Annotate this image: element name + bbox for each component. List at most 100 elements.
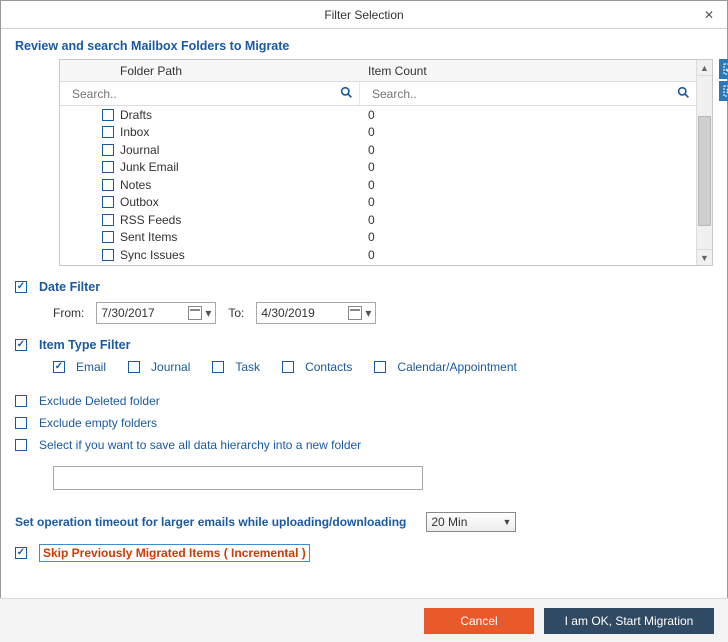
row-checkbox[interactable] bbox=[102, 161, 114, 173]
scroll-down-icon[interactable]: ▼ bbox=[697, 249, 712, 265]
to-date-value: 4/30/2019 bbox=[261, 306, 314, 320]
item-type-label: Email bbox=[76, 360, 106, 374]
new-folder-input[interactable] bbox=[53, 466, 423, 490]
item-type-filter-label: Item Type Filter bbox=[39, 338, 130, 352]
window-title: Filter Selection bbox=[324, 8, 403, 22]
folder-table: Folder Path Item Count bbox=[59, 59, 713, 266]
search-item-count-input[interactable] bbox=[366, 85, 696, 103]
close-icon[interactable]: ✕ bbox=[699, 5, 719, 25]
item-count: 0 bbox=[360, 230, 696, 244]
table-row[interactable]: Journal0 bbox=[60, 141, 696, 159]
table-row[interactable]: RSS Feeds 0 bbox=[60, 211, 696, 229]
timeout-label: Set operation timeout for larger emails … bbox=[15, 515, 406, 529]
calendar-icon bbox=[348, 306, 362, 320]
table-search-row bbox=[60, 82, 696, 106]
table-row[interactable]: Sync Issues 0 bbox=[60, 246, 696, 264]
deselect-all-button[interactable] bbox=[719, 81, 728, 101]
row-checkbox[interactable] bbox=[102, 109, 114, 121]
page-heading: Review and search Mailbox Folders to Mig… bbox=[15, 39, 713, 53]
timeout-select[interactable]: 20 Min ▼ bbox=[426, 512, 516, 532]
from-label: From: bbox=[53, 306, 84, 320]
folder-name: Sent Items bbox=[120, 230, 177, 244]
item-type-checkbox[interactable] bbox=[128, 361, 140, 373]
item-count: 0 bbox=[360, 195, 696, 209]
select-all-button[interactable] bbox=[719, 59, 728, 79]
row-checkbox[interactable] bbox=[102, 126, 114, 138]
exclude-deleted-checkbox[interactable] bbox=[15, 395, 27, 407]
table-row[interactable]: Sent Items 0 bbox=[60, 229, 696, 247]
search-folder-path-input[interactable] bbox=[66, 85, 359, 103]
item-type-checkbox[interactable] bbox=[374, 361, 386, 373]
table-header-row: Folder Path Item Count bbox=[60, 60, 696, 82]
titlebar: Filter Selection ✕ bbox=[1, 1, 727, 29]
folder-name: Outbox bbox=[120, 195, 159, 209]
table-row[interactable]: Junk Email 0 bbox=[60, 159, 696, 177]
item-count: 0 bbox=[360, 143, 696, 157]
item-type-label: Journal bbox=[151, 360, 190, 374]
chevron-down-icon: ▾ bbox=[205, 306, 211, 320]
scroll-up-icon[interactable]: ▲ bbox=[697, 60, 712, 76]
folder-name: Drafts bbox=[120, 108, 152, 122]
skip-migrated-toggle[interactable]: Skip Previously Migrated Items ( Increme… bbox=[15, 544, 713, 562]
exclude-empty-checkbox[interactable] bbox=[15, 417, 27, 429]
table-row[interactable]: Sync Issues\Conflicts0 bbox=[60, 264, 696, 266]
exclude-empty-label: Exclude empty folders bbox=[39, 416, 157, 430]
save-hierarchy-toggle[interactable]: Select if you want to save all data hier… bbox=[15, 438, 713, 452]
item-type-filter-toggle[interactable]: Item Type Filter bbox=[15, 338, 713, 352]
item-type-label: Task bbox=[235, 360, 260, 374]
date-filter-toggle[interactable]: Date Filter bbox=[15, 280, 713, 294]
item-type-label: Calendar/Appointment bbox=[397, 360, 516, 374]
table-row[interactable]: Notes0 bbox=[60, 176, 696, 194]
item-count: 0 bbox=[360, 125, 696, 139]
date-filter-label: Date Filter bbox=[39, 280, 100, 294]
item-count: 0 bbox=[360, 160, 696, 174]
from-date-input[interactable]: 7/30/2017 ▾ bbox=[96, 302, 216, 324]
footer: Cancel I am OK, Start Migration bbox=[0, 598, 728, 642]
exclude-empty-toggle[interactable]: Exclude empty folders bbox=[15, 416, 713, 430]
item-count: 0 bbox=[360, 213, 696, 227]
exclude-deleted-toggle[interactable]: Exclude Deleted folder bbox=[15, 394, 713, 408]
item-type-checkbox[interactable] bbox=[53, 361, 65, 373]
save-hierarchy-checkbox[interactable] bbox=[15, 439, 27, 451]
item-type-option[interactable]: Contacts bbox=[282, 360, 352, 374]
skip-migrated-label: Skip Previously Migrated Items ( Increme… bbox=[39, 544, 310, 562]
table-row[interactable]: Outbox 0 bbox=[60, 194, 696, 212]
calendar-icon bbox=[188, 306, 202, 320]
start-migration-button[interactable]: I am OK, Start Migration bbox=[544, 608, 714, 634]
exclude-deleted-label: Exclude Deleted folder bbox=[39, 394, 160, 408]
item-type-option[interactable]: Calendar/Appointment bbox=[374, 360, 516, 374]
item-type-checkbox[interactable] bbox=[212, 361, 224, 373]
table-row[interactable]: Drafts 0 bbox=[60, 106, 696, 124]
scroll-thumb[interactable] bbox=[698, 116, 711, 226]
folder-name: RSS Feeds bbox=[120, 213, 181, 227]
to-date-input[interactable]: 4/30/2019 ▾ bbox=[256, 302, 376, 324]
header-folder-path[interactable]: Folder Path bbox=[60, 64, 360, 78]
item-count: 0 bbox=[360, 248, 696, 262]
cancel-button[interactable]: Cancel bbox=[424, 608, 534, 634]
skip-migrated-checkbox[interactable] bbox=[15, 547, 27, 559]
item-type-option[interactable]: Email bbox=[53, 360, 106, 374]
row-checkbox[interactable] bbox=[102, 196, 114, 208]
folder-name: Junk Email bbox=[120, 160, 179, 174]
row-checkbox[interactable] bbox=[102, 231, 114, 243]
item-type-option[interactable]: Journal bbox=[128, 360, 190, 374]
row-checkbox[interactable] bbox=[102, 179, 114, 191]
timeout-value: 20 Min bbox=[431, 515, 467, 529]
table-row[interactable]: Inbox0 bbox=[60, 124, 696, 142]
row-checkbox[interactable] bbox=[102, 214, 114, 226]
item-type-option[interactable]: Task bbox=[212, 360, 260, 374]
folder-name: Sync Issues bbox=[120, 248, 185, 262]
item-type-label: Contacts bbox=[305, 360, 352, 374]
from-date-value: 7/30/2017 bbox=[101, 306, 154, 320]
header-item-count[interactable]: Item Count bbox=[360, 64, 696, 78]
item-count: 0 bbox=[360, 178, 696, 192]
vertical-scrollbar[interactable]: ▲ ▼ bbox=[696, 60, 712, 265]
item-count: 0 bbox=[360, 108, 696, 122]
item-type-filter-checkbox[interactable] bbox=[15, 339, 27, 351]
row-checkbox[interactable] bbox=[102, 249, 114, 261]
date-filter-checkbox[interactable] bbox=[15, 281, 27, 293]
chevron-down-icon: ▼ bbox=[502, 517, 511, 527]
row-checkbox[interactable] bbox=[102, 144, 114, 156]
item-type-checkbox[interactable] bbox=[282, 361, 294, 373]
to-label: To: bbox=[228, 306, 244, 320]
